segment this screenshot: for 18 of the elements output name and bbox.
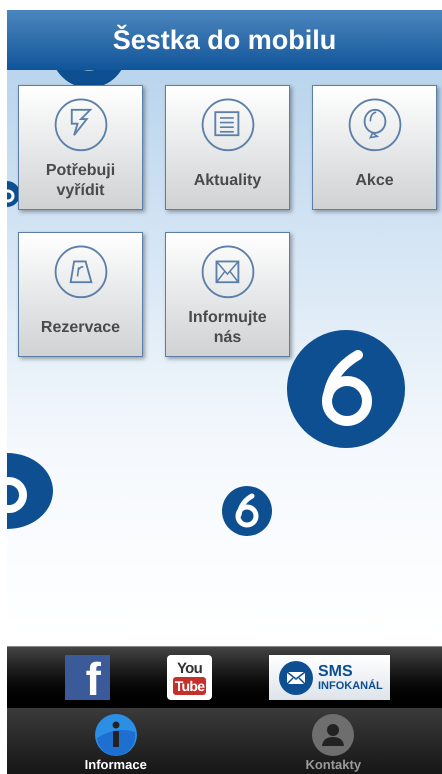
menu-tile[interactable]: Informujte nás	[165, 232, 290, 357]
info-icon	[94, 714, 137, 756]
sms-link[interactable]: SMS INFOKANÁL	[269, 655, 390, 700]
menu-tile[interactable]: Aktuality	[165, 85, 290, 210]
tab[interactable]: Kontakty	[224, 708, 442, 774]
logo-text: Tube	[172, 676, 206, 694]
logo-text: You	[177, 660, 202, 676]
logo-text: INFOKANÁL	[318, 680, 383, 692]
menu-tile[interactable]: Rezervace	[18, 232, 143, 357]
youtube-link[interactable]: You Tube	[167, 655, 212, 700]
tab[interactable]: Informace	[7, 708, 224, 774]
menu-tile[interactable]: Akce	[312, 85, 437, 210]
app-title: Šestka do mobilu	[112, 24, 336, 57]
person-icon	[312, 714, 354, 756]
logo-text: SMS	[318, 664, 353, 680]
facebook-link[interactable]: f	[65, 655, 110, 700]
envelope-icon	[279, 660, 313, 694]
menu-tile[interactable]: Potřebuji vyřídit	[18, 85, 143, 210]
